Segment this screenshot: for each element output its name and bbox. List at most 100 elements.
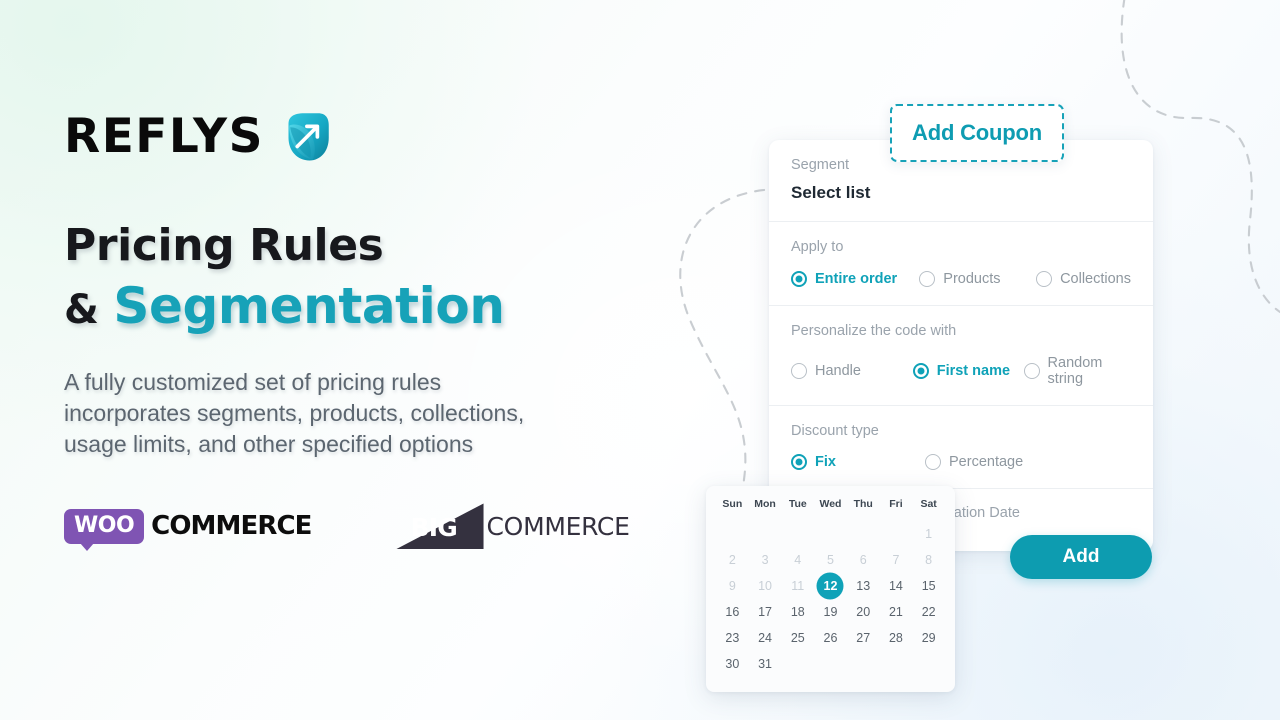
woocommerce-badge: WOO <box>64 508 145 551</box>
calendar-day[interactable]: 3 <box>749 548 782 572</box>
radio-dot-icon <box>925 454 941 471</box>
calendar-day[interactable]: 1 <box>912 522 945 546</box>
calendar-day[interactable]: 9 <box>716 574 749 598</box>
calendar-day <box>814 652 847 676</box>
calendar-day[interactable]: 22 <box>912 600 945 624</box>
radio-dot-icon <box>791 270 807 287</box>
radio-dot-icon <box>919 270 936 287</box>
radio-label: First name <box>936 362 1011 379</box>
calendar-day[interactable]: 19 <box>814 600 847 624</box>
calendar-day-selected[interactable]: 12 <box>814 574 847 598</box>
calendar-day[interactable]: 24 <box>749 626 782 650</box>
calendar-day <box>912 652 945 676</box>
woocommerce-word: COMMERCE <box>151 511 312 542</box>
apply-to-label: Apply to <box>791 238 844 255</box>
calendar-weekday-header: Tue <box>788 498 807 510</box>
radio-label: Collections <box>1060 270 1131 287</box>
radio-label: Entire order <box>815 270 898 287</box>
calendar-day[interactable]: 27 <box>847 626 880 650</box>
calendar-day[interactable]: 16 <box>716 600 749 624</box>
discount-type-radio-group: Fix Percentage <box>791 454 1131 471</box>
calendar-day[interactable]: 13 <box>847 574 880 598</box>
calendar-day[interactable]: 2 <box>716 548 749 572</box>
calendar-day <box>847 522 880 546</box>
calendar-day <box>847 652 880 676</box>
calendar-day[interactable]: 20 <box>847 600 880 624</box>
radio-label: Products <box>943 270 1001 287</box>
radio-first-name[interactable]: First name <box>912 362 1024 379</box>
calendar-day[interactable]: 17 <box>749 600 782 624</box>
radio-label: Percentage <box>949 454 1024 471</box>
radio-fix[interactable]: Fix <box>791 454 925 471</box>
woocommerce-logo: WOO COMMERCE <box>64 508 312 551</box>
calendar-day[interactable]: 5 <box>814 548 847 572</box>
headline-line-1: Pricing Rules <box>64 220 384 271</box>
radio-entire-order[interactable]: Entire order <box>791 270 919 287</box>
radio-handle[interactable]: Handle <box>791 362 913 379</box>
date-picker-calendar[interactable]: Sun Mon Tue Wed Thu Fri Sat 1 2 3 4 5 6 7 8 9 10 11 12 13 14… <box>706 486 955 692</box>
calendar-day <box>880 522 913 546</box>
calendar-day[interactable]: 25 <box>781 626 814 650</box>
calendar-grid: Sun Mon Tue Wed Thu Fri Sat 1 2 3 4 5 6 7 8 9 10 11 12 13 14… <box>716 498 945 676</box>
radio-label: Handle <box>815 362 861 379</box>
calendar-day[interactable]: 31 <box>749 652 782 676</box>
radio-products[interactable]: Products <box>919 270 1036 287</box>
calendar-day[interactable]: 7 <box>880 548 913 572</box>
personalize-section: Personalize the code with Handle First n… <box>769 306 1153 406</box>
calendar-day[interactable]: 29 <box>912 626 945 650</box>
hero-headline: Pricing Rules & Segmentation <box>64 220 584 335</box>
calendar-day[interactable]: 15 <box>912 574 945 598</box>
brand-logo: REFLYS <box>64 100 584 172</box>
personalize-label: Personalize the code with <box>791 322 957 339</box>
calendar-day[interactable]: 18 <box>781 600 814 624</box>
radio-random-string[interactable]: Random string <box>1023 354 1131 387</box>
hero-description: A fully customized set of pricing rules … <box>64 369 525 457</box>
personalize-radio-group: Handle First name Random string <box>791 355 1131 387</box>
radio-dot-icon <box>1023 362 1040 379</box>
bigcommerce-mark: BIG <box>395 503 484 550</box>
add-coupon-badge[interactable]: Add Coupon <box>890 104 1064 162</box>
calendar-day <box>716 522 749 546</box>
calendar-day[interactable]: 6 <box>847 548 880 572</box>
calendar-day[interactable]: 8 <box>912 548 945 572</box>
bigcommerce-badge-text: BIG <box>410 513 458 543</box>
calendar-day[interactable]: 23 <box>716 626 749 650</box>
add-button[interactable]: Add <box>1010 535 1152 579</box>
calendar-weekday-header: Mon <box>754 498 776 510</box>
bigcommerce-word: COMMERCE <box>486 511 630 541</box>
calendar-day[interactable]: 30 <box>716 652 749 676</box>
hero-left-column: REFLYS Pricing Rules & Segmentation A fu… <box>64 100 630 551</box>
calendar-weekday-header: Sat <box>920 498 937 510</box>
platform-logos: WOO COMMERCE BIG COMMERCE <box>64 503 630 551</box>
brand-wordmark: REFLYS <box>64 108 264 164</box>
headline-ampersand: & <box>64 287 99 334</box>
calendar-weekday-header: Fri <box>889 498 903 510</box>
radio-dot-icon <box>1036 270 1053 287</box>
calendar-day[interactable]: 21 <box>880 600 913 624</box>
headline-line-2: & Segmentation <box>64 277 584 335</box>
calendar-day[interactable]: 14 <box>880 574 913 598</box>
calendar-weekday-header: Wed <box>819 498 842 510</box>
discount-type-section: Discount type Fix Percentage <box>769 406 1153 490</box>
radio-label: Fix <box>815 454 836 471</box>
radio-label: Random string <box>1047 354 1103 387</box>
radio-dot-icon <box>791 362 807 379</box>
apply-to-radio-group: Entire order Products Collections <box>791 270 1131 287</box>
calendar-day <box>814 522 847 546</box>
calendar-day[interactable]: 4 <box>781 548 814 572</box>
woocommerce-badge-text: WOO <box>74 512 135 538</box>
calendar-day <box>781 522 814 546</box>
calendar-weekday-header: Sun <box>722 498 743 510</box>
add-coupon-label: Add Coupon <box>912 120 1042 145</box>
segment-select-list[interactable]: Select list <box>791 183 1131 203</box>
bigcommerce-logo: BIG COMMERCE <box>395 503 630 550</box>
radio-percentage[interactable]: Percentage <box>925 454 1024 471</box>
calendar-day[interactable]: 26 <box>814 626 847 650</box>
reflys-arrow-leaf-icon <box>288 113 329 161</box>
headline-accent-word: Segmentation <box>113 277 505 336</box>
calendar-day[interactable]: 28 <box>880 626 913 650</box>
radio-collections[interactable]: Collections <box>1036 270 1131 287</box>
calendar-day[interactable]: 10 <box>749 574 782 598</box>
calendar-day[interactable]: 11 <box>781 574 814 598</box>
discount-type-label: Discount type <box>791 422 879 439</box>
